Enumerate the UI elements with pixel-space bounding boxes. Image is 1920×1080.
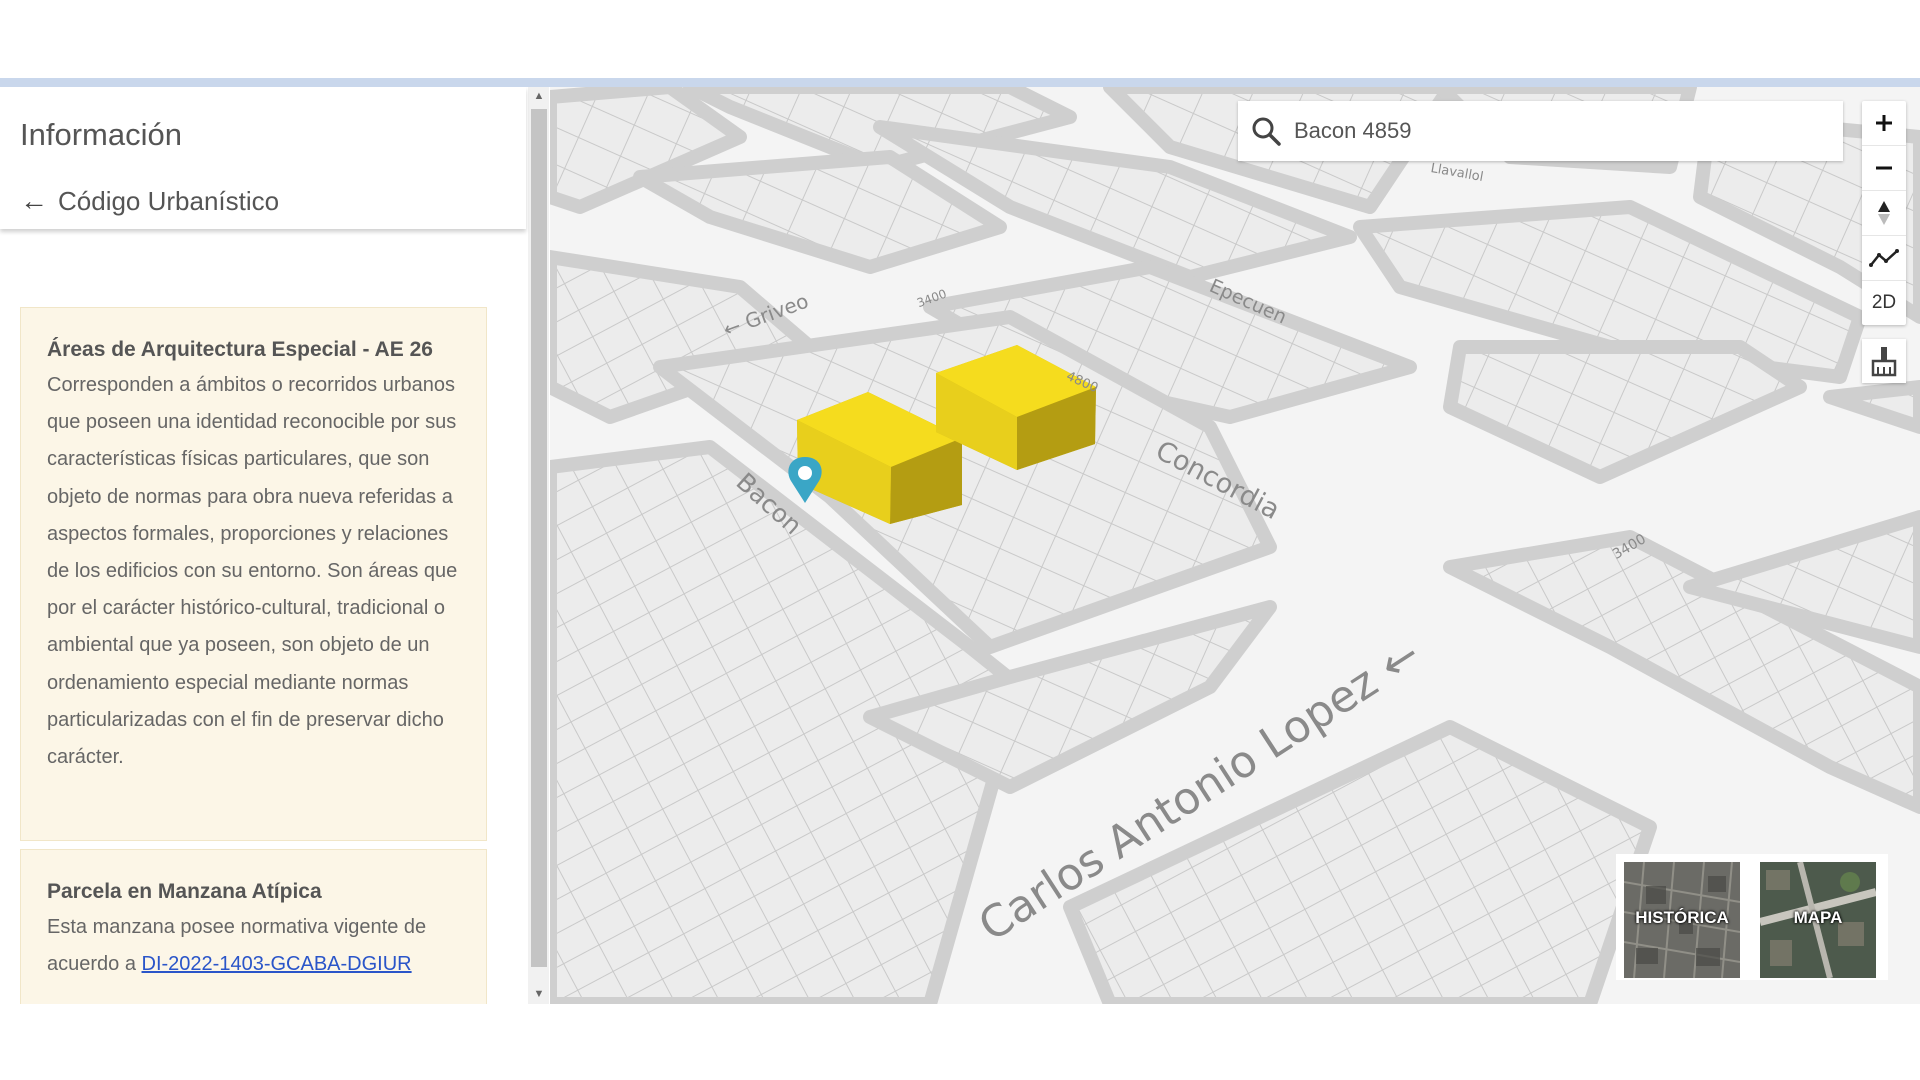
info-card-manzana-atipica: Parcela en Manzana Atípica Esta manzana …	[20, 849, 487, 1004]
info-card-ae26: Áreas de Arquitectura Especial - AE 26 C…	[20, 307, 487, 841]
broom-icon	[1871, 347, 1897, 377]
basemap-mapa-label: MAPA	[1793, 908, 1843, 927]
basemap-historica-button[interactable]: HISTÓRICA	[1624, 862, 1740, 978]
clear-map-button[interactable]	[1862, 339, 1906, 383]
toggle-2d-button[interactable]: 2D	[1862, 281, 1906, 325]
sidebar-content: Áreas de Arquitectura Especial - AE 26 C…	[0, 229, 526, 1004]
sidebar-scrollbar[interactable]: ▲ ▼	[528, 87, 549, 1004]
arrow-left-icon: ←	[20, 185, 48, 216]
minus-icon	[1876, 166, 1892, 170]
zoom-in-button[interactable]	[1862, 101, 1906, 146]
zoom-out-button[interactable]	[1862, 146, 1906, 191]
basemap-historica-label: HISTÓRICA	[1635, 908, 1729, 927]
scrollbar-thumb[interactable]	[531, 109, 547, 967]
back-to-codigo-button[interactable]: ← Código Urbanístico	[20, 181, 279, 221]
address-search-box[interactable]	[1238, 101, 1843, 161]
app-window: Información ← Código Urbanístico Áreas d…	[0, 78, 1920, 1004]
plus-icon	[1876, 115, 1892, 131]
back-label: Código Urbanístico	[58, 185, 280, 216]
scroll-up-arrow-icon[interactable]: ▲	[528, 87, 549, 105]
compass-icon	[1878, 201, 1890, 225]
basemap-switcher: HISTÓRICA MAPA	[1616, 854, 1888, 980]
basemap-mapa-button[interactable]: MAPA	[1760, 862, 1876, 978]
scroll-down-arrow-icon[interactable]: ▼	[528, 985, 549, 1003]
map-3d-view[interactable]: ← Griveo Epecuen Concordia Bacon Carlos …	[550, 87, 1920, 1004]
card-title: Parcela en Manzana Atípica	[47, 880, 322, 903]
measure-button[interactable]	[1862, 236, 1906, 281]
sidebar-title: Información	[20, 117, 182, 152]
compass-button[interactable]	[1862, 191, 1906, 236]
info-sidebar: Información ← Código Urbanístico Áreas d…	[0, 87, 549, 1004]
search-icon[interactable]	[1250, 115, 1282, 147]
measure-icon	[1869, 249, 1899, 267]
card-body: Esta manzana posee normativa vigente de …	[47, 909, 460, 1004]
normativa-link[interactable]: DI-2022-1403-GCABA-DGIUR	[142, 953, 412, 975]
card-body-suffix: .	[47, 990, 53, 1004]
search-input[interactable]	[1292, 117, 1816, 145]
card-body: Corresponden a ámbitos o recorridos urba…	[47, 374, 458, 769]
card-title: Áreas de Arquitectura Especial - AE 26	[47, 338, 433, 361]
top-accent-bar	[0, 78, 1920, 87]
map-controls: 2D	[1862, 101, 1906, 325]
sidebar-header: Información ← Código Urbanístico	[0, 87, 526, 229]
